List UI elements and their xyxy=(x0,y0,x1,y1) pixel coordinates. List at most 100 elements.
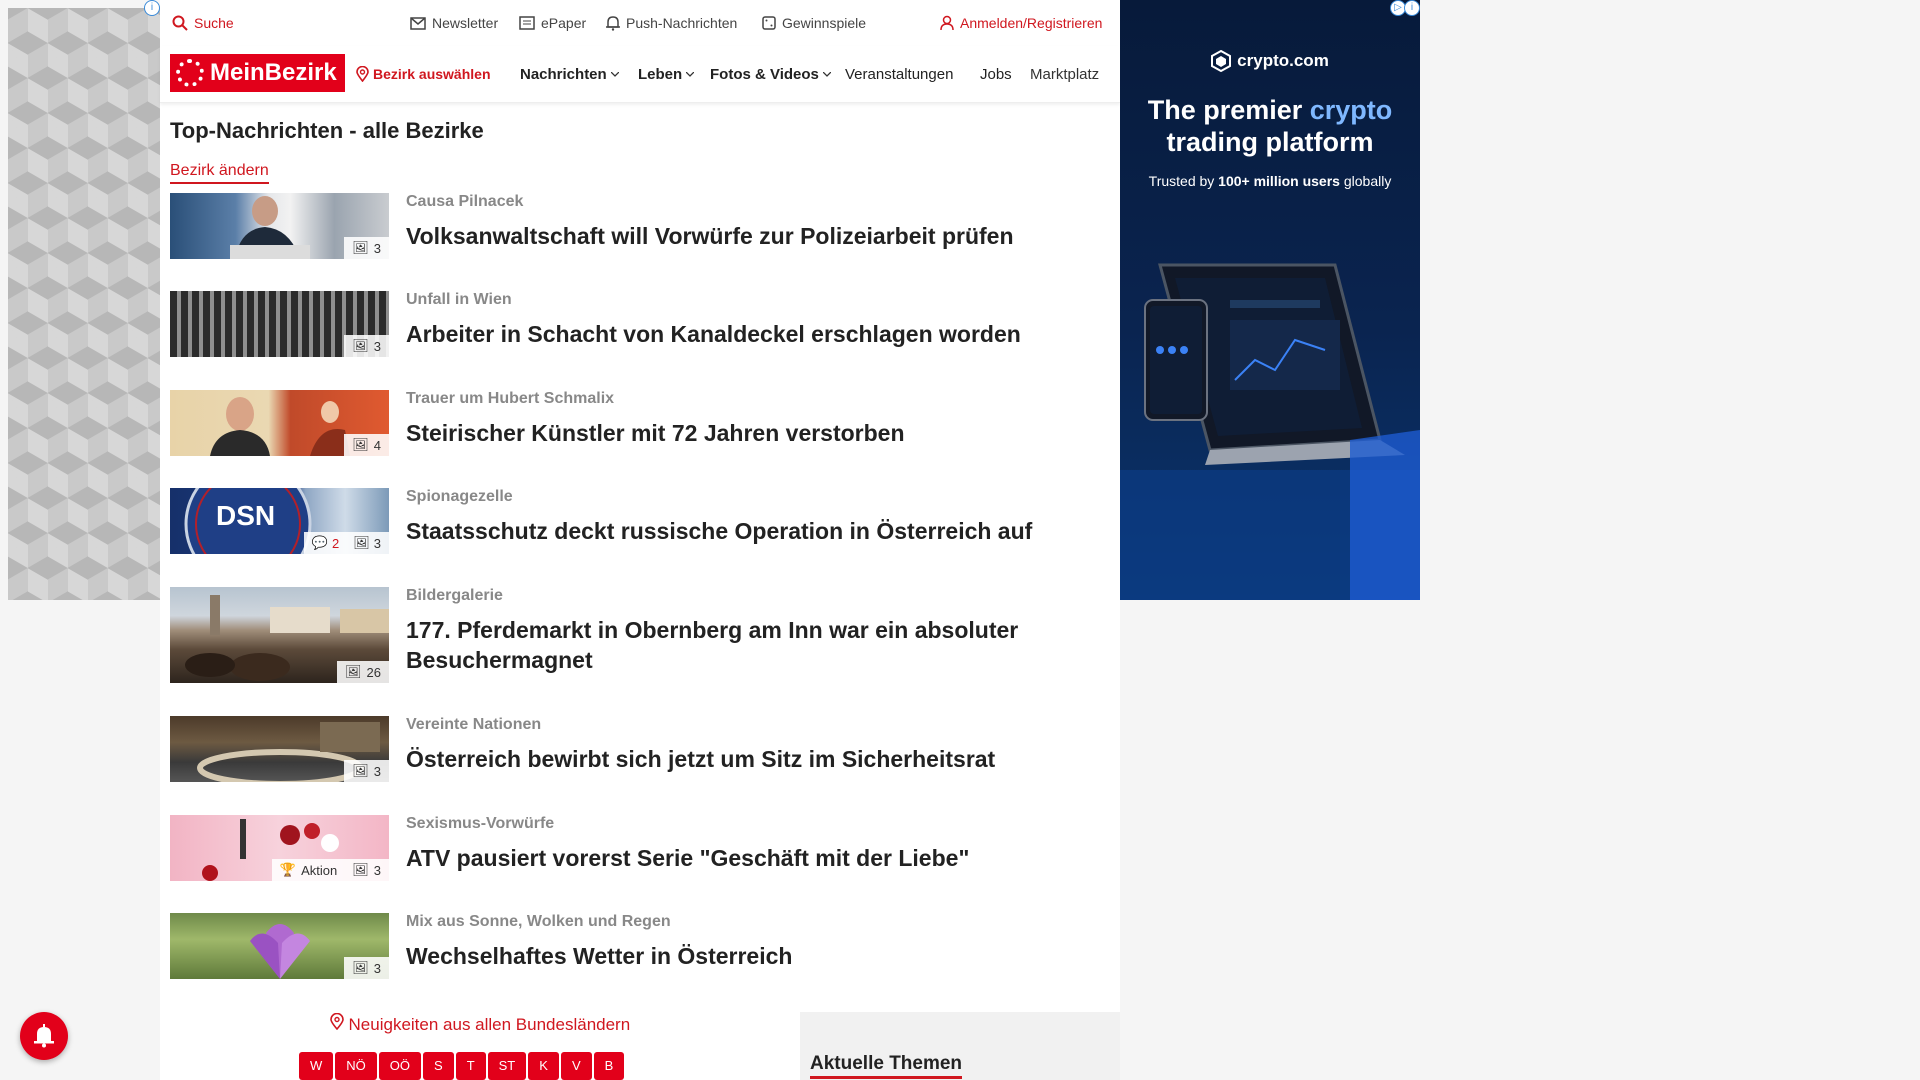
nav-item-fotos-videos[interactable]: Fotos & Videos xyxy=(710,66,831,83)
epaper-link[interactable]: ePaper xyxy=(519,15,586,31)
article-item[interactable]: 🖼 3 Unfall in Wien Arbeiter in Schacht vo… xyxy=(170,291,1100,361)
state-button-v[interactable]: V xyxy=(560,1052,592,1080)
bell-icon xyxy=(606,16,620,31)
state-selector: W NÖ OÖ S T ST K V B xyxy=(299,1052,625,1080)
ad-device-illustration xyxy=(1120,263,1420,600)
image-count: 3 xyxy=(373,240,381,256)
top-utility-bar: Suche Newsletter ePaper Push-Nachrichten… xyxy=(160,0,1120,46)
meinbezirk-logo[interactable]: MeinBezirk xyxy=(170,54,345,92)
image-count: 3 xyxy=(373,862,381,878)
change-district-link[interactable]: Bezirk ändern xyxy=(170,162,269,184)
select-district-button[interactable]: Bezirk auswählen xyxy=(356,66,491,82)
search-link[interactable]: Suche xyxy=(172,15,234,31)
article-title[interactable]: Steirischer Künstler mit 72 Jahren verst… xyxy=(406,418,1106,448)
article-thumbnail[interactable]: 🖼 4 xyxy=(170,390,389,456)
ad-tagline-part2: globally xyxy=(1339,173,1392,189)
bell-icon xyxy=(34,1024,54,1048)
newsletter-link[interactable]: Newsletter xyxy=(410,15,498,31)
nav-item-jobs[interactable]: Jobs xyxy=(980,66,1012,83)
ad-tagline: Trusted by 100+ million users globally xyxy=(1120,173,1420,189)
state-button-b[interactable]: B xyxy=(593,1052,625,1080)
state-button-st[interactable]: ST xyxy=(487,1052,527,1080)
image-icon: 🖼 xyxy=(352,338,369,353)
image-count-badge: 🖼 4 xyxy=(344,434,389,456)
ad-info-icon[interactable]: i xyxy=(1404,0,1420,16)
page-title: Top-Nachrichten - alle Bezirke xyxy=(170,118,484,143)
main-navigation: MeinBezirk Bezirk auswählen Nachrichten … xyxy=(160,46,1120,103)
article-thumbnail[interactable]: 🏆 Aktion 🖼 3 xyxy=(170,815,389,881)
comment-count: 2 xyxy=(332,535,340,551)
article-title[interactable]: Volksanwaltschaft will Vorwürfe zur Poli… xyxy=(406,221,1106,251)
article-thumbnail[interactable]: DSN 💬 2 🖼 3 xyxy=(170,488,389,554)
image-count-badge: 🖼 3 xyxy=(344,335,389,357)
nav-label-leben: Leben xyxy=(638,66,683,83)
image-icon: 🖼 xyxy=(352,437,369,452)
image-count: 4 xyxy=(373,437,381,453)
article-title[interactable]: 177. Pferdemarkt in Obernberg am Inn war… xyxy=(406,615,1106,675)
nav-item-nachrichten[interactable]: Nachrichten xyxy=(520,66,619,83)
article-kicker: Unfall in Wien xyxy=(406,291,512,308)
state-button-s[interactable]: S xyxy=(423,1052,454,1080)
nav-item-veranstaltungen[interactable]: Veranstaltungen xyxy=(845,66,953,83)
article-kicker: Causa Pilnacek xyxy=(406,193,524,210)
search-icon xyxy=(172,15,188,31)
article-item[interactable]: 🖼 26 Bildergalerie 177. Pferdemarkt in Ob… xyxy=(170,587,1100,687)
article-item[interactable]: DSN 💬 2 🖼 3 Spionagezelle Staatsschutz dec… xyxy=(170,488,1100,558)
article-kicker: Vereinte Nationen xyxy=(406,716,542,733)
image-count: 3 xyxy=(373,338,381,354)
nav-item-marktplatz[interactable]: Marktplatz xyxy=(1030,66,1115,83)
state-button-w[interactable]: W xyxy=(299,1052,334,1080)
article-title[interactable]: Wechselhaftes Wetter in Österreich xyxy=(406,941,1106,971)
article-item[interactable]: 🖼 3 Mix aus Sonne, Wolken und Regen Wechs… xyxy=(170,913,1100,983)
image-count-badge: 💬 2 🖼 3 xyxy=(303,532,389,554)
ad-tagline-bold: 100+ million users xyxy=(1218,173,1340,189)
article-thumbnail[interactable]: 🖼 3 xyxy=(170,291,389,357)
login-link[interactable]: Anmelden/Registrieren xyxy=(940,15,1102,31)
comment-icon: 💬 xyxy=(311,535,329,550)
image-icon: 🖼 xyxy=(345,664,362,679)
article-thumbnail[interactable]: 🖼 26 xyxy=(170,587,389,683)
article-item[interactable]: 🖼 4 Trauer um Hubert Schmalix Steirischer… xyxy=(170,390,1100,460)
image-count: 3 xyxy=(373,960,381,976)
location-pin-icon xyxy=(356,66,369,82)
article-title[interactable]: Österreich bewirbt sich jetzt um Sitz im… xyxy=(406,744,1106,774)
right-ad-banner[interactable]: crypto.com The premier crypto trading pl… xyxy=(1120,0,1420,600)
notification-bell-button[interactable] xyxy=(20,1012,68,1060)
location-pin-icon xyxy=(329,1012,349,1034)
ad-brand-name: crypto.com xyxy=(1237,51,1329,70)
login-label: Anmelden/Registrieren xyxy=(960,15,1103,31)
nav-item-leben[interactable]: Leben xyxy=(638,66,695,83)
state-button-ooe[interactable]: OÖ xyxy=(378,1052,422,1080)
article-kicker: Trauer um Hubert Schmalix xyxy=(406,390,615,407)
article-thumbnail[interactable]: 🖼 3 xyxy=(170,193,389,259)
article-thumbnail[interactable]: 🖼 3 xyxy=(170,716,389,782)
ad-info-icon[interactable]: i xyxy=(144,0,160,16)
article-title[interactable]: Staatsschutz deckt russische Operation i… xyxy=(406,516,1106,546)
state-button-t[interactable]: T xyxy=(455,1052,486,1080)
article-title[interactable]: Arbeiter in Schacht von Kanaldeckel ersc… xyxy=(406,319,1106,349)
image-icon: 🖼 xyxy=(352,960,369,975)
image-icon: 🖼 xyxy=(352,862,369,877)
article-kicker: Bildergalerie xyxy=(406,587,503,604)
push-notifications-link[interactable]: Push-Nachrichten xyxy=(606,15,737,31)
games-link[interactable]: Gewinnspiele xyxy=(762,15,866,31)
dsn-logo-text: DSN xyxy=(216,500,276,531)
image-count-badge: 🖼 3 xyxy=(344,237,389,259)
all-states-link[interactable]: Neuigkeiten aus allen Bundesländern xyxy=(160,1012,800,1035)
image-icon: 🖼 xyxy=(352,763,369,778)
left-ad-banner[interactable] xyxy=(8,8,160,600)
article-item[interactable]: 🏆 Aktion 🖼 3 Sexismus-Vorwürfe ATV pausier… xyxy=(170,815,1100,885)
image-icon: 🖼 xyxy=(352,240,369,255)
image-count: 26 xyxy=(366,664,381,680)
article-thumbnail[interactable]: 🖼 3 xyxy=(170,913,389,979)
push-label: Push-Nachrichten xyxy=(626,15,738,31)
image-count-badge: 🏆 Aktion 🖼 3 xyxy=(271,859,389,881)
article-kicker: Mix aus Sonne, Wolken und Regen xyxy=(406,913,671,930)
trophy-icon: 🏆 xyxy=(279,862,297,877)
state-button-k[interactable]: K xyxy=(528,1052,559,1080)
article-item[interactable]: 🖼 3 Causa Pilnacek Volksanwaltschaft will… xyxy=(170,193,1100,263)
article-item[interactable]: 🖼 3 Vereinte Nationen Österreich bewirbt … xyxy=(170,716,1100,786)
nav-label-jobs: Jobs xyxy=(980,66,1012,83)
article-title[interactable]: ATV pausiert vorerst Serie "Geschäft mit… xyxy=(406,843,1106,873)
state-button-noe[interactable]: NÖ xyxy=(335,1052,377,1080)
